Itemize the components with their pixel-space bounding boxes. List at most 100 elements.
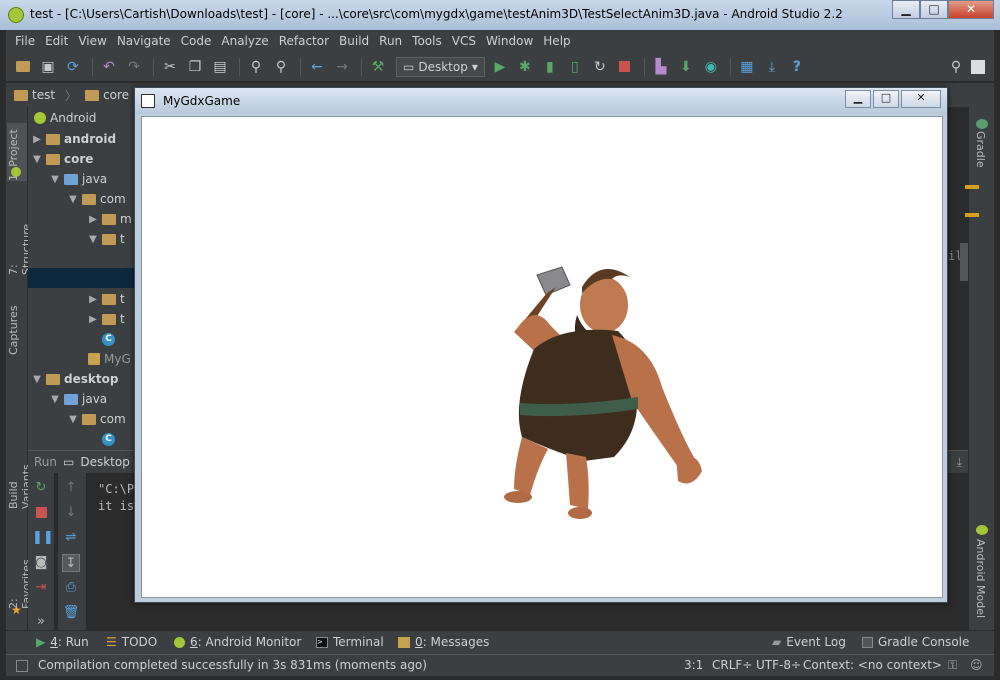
editor-scrollbar[interactable] [960, 243, 968, 281]
copy-icon[interactable]: ❐ [184, 56, 206, 78]
make-project-icon[interactable]: ⚒ [367, 56, 389, 78]
profile-icon[interactable]: ▮ [539, 56, 561, 78]
file-encoding[interactable]: UTF-8÷ [756, 658, 801, 672]
project-view-selector[interactable]: Android [28, 107, 138, 129]
menu-build[interactable]: Build [334, 30, 374, 52]
save-all-icon[interactable]: ▣ [37, 56, 59, 78]
stop-icon[interactable] [32, 504, 50, 522]
arrow-up-icon[interactable]: ↑ [62, 479, 80, 497]
menu-navigate[interactable]: Navigate [112, 30, 176, 52]
menu-vcs[interactable]: VCS [447, 30, 481, 52]
mygdxgame-minimize-button[interactable]: ▁ [845, 90, 871, 108]
menu-view[interactable]: View [73, 30, 111, 52]
redo-icon[interactable]: ↷ [123, 56, 145, 78]
scroll-to-end-icon[interactable]: ↧ [62, 554, 80, 572]
run-config-dropdown[interactable]: ▭ Desktop ▾ [396, 56, 485, 77]
menu-window[interactable]: Window [481, 30, 538, 52]
sdk-manager-icon[interactable]: ⬇ [675, 56, 697, 78]
avd-manager-icon[interactable]: ▙ [650, 56, 672, 78]
status-message[interactable]: Compilation completed successfully in 3s… [38, 658, 427, 672]
exit-icon[interactable]: ⇥ [32, 579, 50, 597]
paste-icon[interactable]: ▤ [209, 56, 231, 78]
tab-structure[interactable]: 7: Structure [7, 211, 33, 275]
open-folder-icon[interactable] [12, 56, 34, 78]
tab-event-log[interactable]: ▰ Event Log [772, 635, 846, 649]
pause-icon[interactable]: ❚❚ [32, 529, 54, 547]
maximize-button[interactable]: □ [920, 0, 948, 19]
undo-icon[interactable]: ↶ [98, 56, 120, 78]
menu-tools[interactable]: Tools [407, 30, 447, 52]
tab-captures[interactable]: Captures [7, 303, 27, 355]
tree-item-desktop[interactable]: ▼ desktop [32, 369, 118, 389]
tree-item-java[interactable]: ▼ java [50, 389, 107, 409]
android-device-monitor-icon[interactable]: ◉ [700, 56, 722, 78]
project-structure-icon[interactable]: ▦ [736, 56, 758, 78]
tree-item-package[interactable]: ▶ t [88, 309, 125, 329]
tab-todo[interactable]: ☰ TODO [106, 635, 157, 649]
sdk-download-icon[interactable]: ⤓ [761, 56, 783, 78]
menu-edit[interactable]: Edit [40, 30, 73, 52]
tree-item-package[interactable]: ▶ m [88, 209, 132, 229]
tree-item-core[interactable]: ▼ core [32, 149, 93, 169]
more-icon[interactable]: » [32, 613, 50, 631]
stop-icon[interactable] [614, 56, 636, 78]
menu-refactor[interactable]: Refactor [274, 30, 334, 52]
lock-icon[interactable]: ⚿ [948, 658, 957, 673]
avatar-icon[interactable] [967, 56, 989, 78]
tab-terminal[interactable]: > Terminal [316, 635, 384, 649]
breadcrumb-item-test[interactable]: test [14, 88, 55, 102]
arrow-down-icon[interactable]: ↓ [62, 504, 80, 522]
camera-icon[interactable]: ◙ [32, 554, 50, 572]
game-canvas[interactable] [141, 116, 943, 598]
menu-run[interactable]: Run [374, 30, 407, 52]
print-icon[interactable]: ⎙ [62, 579, 80, 597]
trash-icon[interactable]: 🗑 [62, 604, 80, 622]
minimize-button[interactable]: ▁ [892, 0, 920, 19]
console-output[interactable]: "C:\P it is [98, 481, 134, 515]
tab-run[interactable]: ▶ 4: Run [36, 635, 89, 649]
apply-changes-icon[interactable]: ↻ [589, 56, 611, 78]
rerun-icon[interactable]: ↻ [32, 479, 50, 497]
caret-position[interactable]: 3:1 [684, 658, 703, 672]
help-icon[interactable]: ? [786, 56, 808, 78]
tab-android-monitor[interactable]: 6: Android Monitor [174, 635, 301, 649]
tree-item-android[interactable]: ▶ android [32, 129, 116, 149]
menu-code[interactable]: Code [176, 30, 217, 52]
mygdxgame-close-button[interactable]: ✕ [901, 90, 941, 108]
search-everywhere-icon[interactable]: ⚲ [945, 56, 967, 78]
tree-item-com[interactable]: ▼ com [68, 189, 126, 209]
debug-icon[interactable]: ✱ [514, 56, 536, 78]
mygdxgame-maximize-button[interactable]: □ [873, 90, 899, 108]
line-separator[interactable]: CRLF÷ [712, 658, 752, 672]
back-icon[interactable]: ← [306, 56, 328, 78]
tab-favorites[interactable]: 2: Favorites [7, 553, 33, 609]
tree-item-java[interactable]: ▼ java [50, 169, 107, 189]
soft-wrap-icon[interactable]: ⇌ [62, 529, 80, 547]
run-icon[interactable]: ▶ [489, 56, 511, 78]
tab-android-model[interactable]: Android Model [974, 539, 987, 618]
mygdxgame-title-bar[interactable]: MyGdxGame ▁ □ ✕ [135, 88, 947, 114]
forward-icon[interactable]: → [331, 56, 353, 78]
attach-debugger-icon[interactable]: ▯ [564, 56, 586, 78]
inspector-icon[interactable]: ☺ [970, 658, 983, 672]
tab-build-variants[interactable]: Build Variants [7, 445, 33, 509]
tree-item-class[interactable]: C [102, 329, 119, 349]
run-tab-desktop[interactable]: Desktop [80, 455, 130, 469]
tree-item-package[interactable]: ▶ t [88, 289, 125, 309]
status-toggle-icon[interactable] [16, 660, 28, 672]
tab-gradle[interactable]: Gradle [974, 131, 987, 168]
close-button[interactable]: ✕ [948, 0, 994, 19]
sync-icon[interactable]: ⟳ [62, 56, 84, 78]
context-indicator[interactable]: Context: <no context> [803, 658, 942, 672]
replace-icon[interactable]: ⚲ [270, 56, 292, 78]
breadcrumb-item-core[interactable]: core [85, 88, 129, 102]
tab-messages[interactable]: 0: Messages [398, 635, 489, 649]
menu-file[interactable]: File [10, 30, 40, 52]
cut-icon[interactable]: ✂ [159, 56, 181, 78]
menu-help[interactable]: Help [538, 30, 575, 52]
download-icon[interactable]: ⤓ [957, 455, 962, 470]
find-icon[interactable]: ⚲ [245, 56, 267, 78]
tree-item-package[interactable]: ▼ t [88, 229, 125, 249]
tree-item-com[interactable]: ▼ com [68, 409, 126, 429]
tree-item-class[interactable]: C [102, 429, 119, 449]
